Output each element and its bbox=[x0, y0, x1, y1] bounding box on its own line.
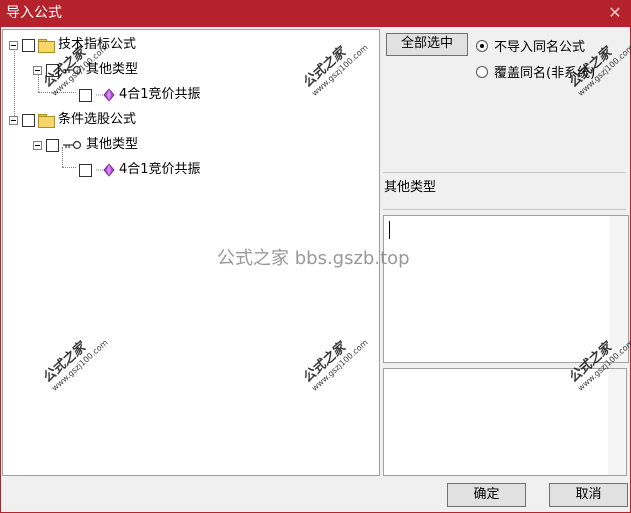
title-bar: 导入公式 ✕ bbox=[0, 0, 631, 27]
tree-item-label: 4合1竞价共振 bbox=[119, 162, 201, 177]
gem-icon bbox=[96, 88, 115, 102]
scrollbar[interactable] bbox=[610, 216, 628, 362]
tree-item-label: 其他类型 bbox=[86, 137, 139, 152]
tree-item-label: 其他类型 bbox=[86, 62, 139, 77]
ok-button[interactable]: 确定 bbox=[447, 483, 526, 507]
tree-item-stock-screening[interactable]: 条件选股公式 bbox=[9, 110, 136, 130]
radio-unselected-icon[interactable] bbox=[476, 65, 488, 78]
collapse-icon[interactable] bbox=[9, 40, 18, 50]
collapse-icon[interactable] bbox=[9, 115, 18, 125]
divider bbox=[383, 172, 626, 173]
key-icon bbox=[63, 65, 82, 75]
key-icon bbox=[63, 140, 82, 150]
scrollbar[interactable] bbox=[608, 369, 626, 475]
tree-item-other-types[interactable]: 其他类型 bbox=[33, 60, 138, 80]
tree-checkbox[interactable] bbox=[22, 113, 35, 127]
folder-icon bbox=[38, 39, 55, 53]
folder-icon bbox=[38, 114, 55, 128]
close-icon[interactable]: ✕ bbox=[605, 3, 625, 23]
collapse-icon[interactable] bbox=[33, 65, 42, 75]
cancel-button[interactable]: 取消 bbox=[549, 483, 628, 507]
radio-skip-duplicates[interactable]: 不导入同名公式 bbox=[476, 36, 585, 55]
window-title: 导入公式 bbox=[6, 5, 62, 21]
tree-item-label: 4合1竞价共振 bbox=[119, 87, 201, 102]
tree-checkbox[interactable] bbox=[46, 63, 59, 77]
tree-checkbox[interactable] bbox=[79, 163, 92, 177]
tree-connector bbox=[38, 92, 76, 93]
gem-icon bbox=[96, 163, 115, 177]
tree-item-label: 条件选股公式 bbox=[58, 112, 137, 127]
tree-item-other-types[interactable]: 其他类型 bbox=[33, 135, 138, 155]
tree-checkbox[interactable] bbox=[22, 38, 35, 52]
tree-item-indicator-formulas[interactable]: 技术指标公式 bbox=[9, 35, 136, 55]
tree-connector bbox=[62, 167, 76, 168]
tree-checkbox[interactable] bbox=[79, 88, 92, 102]
tree-item-formula[interactable]: 4合1竞价共振 bbox=[79, 85, 201, 105]
tree-item-label: 技术指标公式 bbox=[58, 37, 137, 52]
radio-overwrite-duplicates[interactable]: 覆盖同名(非系统) bbox=[476, 62, 595, 81]
formula-tree[interactable]: 技术指标公式 其他类型 4合1竞价共振 条件选股公式 其他类型 4合1竞价共振 bbox=[2, 29, 380, 476]
formula-source-box[interactable] bbox=[383, 368, 627, 476]
radio-selected-icon[interactable] bbox=[476, 39, 488, 52]
formula-type-label: 其他类型 bbox=[384, 180, 437, 195]
collapse-icon[interactable] bbox=[33, 140, 42, 150]
divider bbox=[383, 209, 626, 210]
tree-item-formula[interactable]: 4合1竞价共振 bbox=[79, 160, 201, 180]
radio-label: 不导入同名公式 bbox=[494, 40, 586, 55]
radio-label: 覆盖同名(非系统) bbox=[494, 66, 596, 81]
tree-checkbox[interactable] bbox=[46, 138, 59, 152]
text-caret bbox=[389, 221, 390, 239]
select-all-button[interactable]: 全部选中 bbox=[386, 33, 468, 56]
formula-description-box[interactable] bbox=[383, 215, 629, 363]
